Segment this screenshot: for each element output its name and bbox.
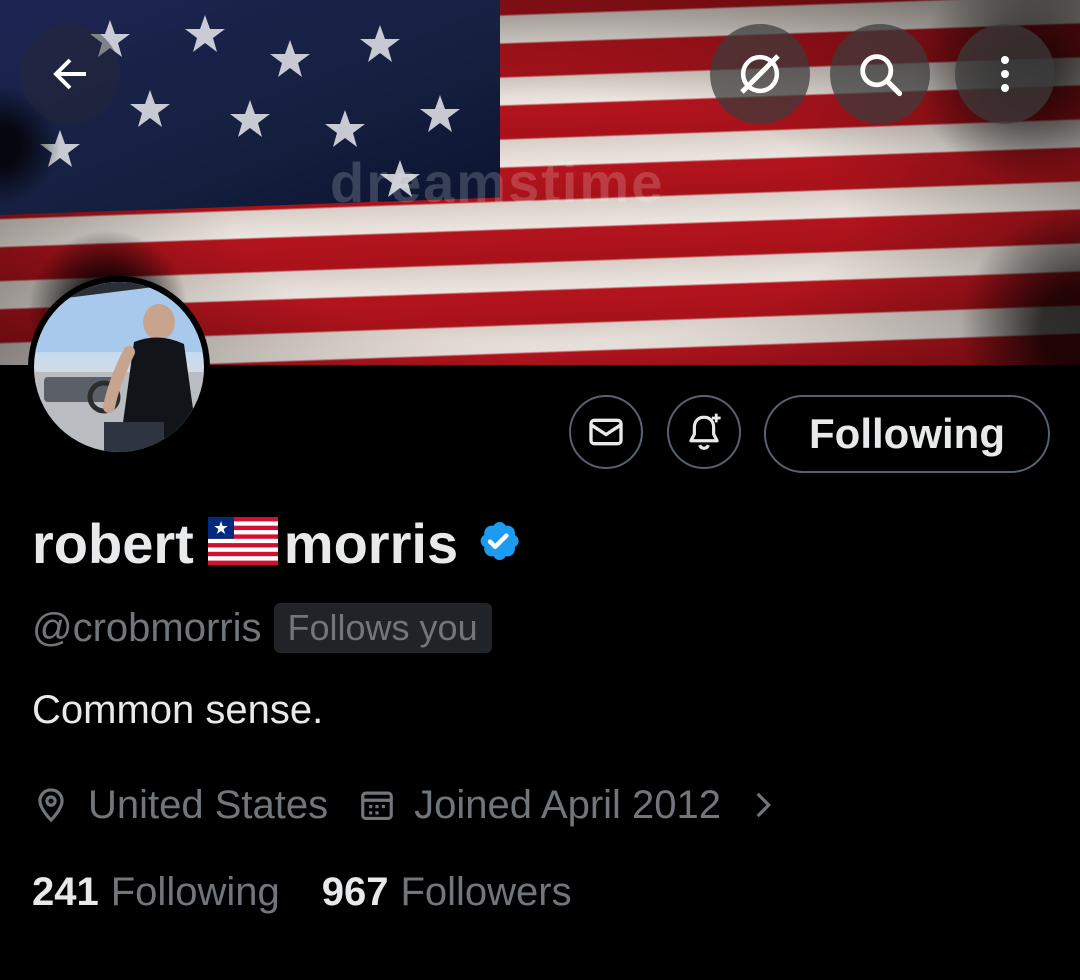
followers-count: 967 [321, 869, 389, 914]
following-label: Following [110, 869, 280, 914]
search-icon [860, 54, 903, 97]
message-button[interactable] [569, 395, 643, 469]
joined-text: Joined April 2012 [414, 782, 722, 827]
username-handle: @crobmorris [32, 605, 262, 650]
verified-badge-icon[interactable] [474, 517, 522, 570]
profile-meta-row: United States Joined April 2012 [32, 775, 797, 835]
following-count: 241 [32, 869, 99, 914]
location-text: United States [88, 782, 329, 827]
notifications-button[interactable] [667, 395, 741, 469]
avatar-image [34, 282, 204, 452]
grok-button[interactable] [710, 24, 810, 124]
following-stat[interactable]: 241 Following [32, 870, 280, 915]
bell-plus-icon [689, 413, 721, 450]
mail-icon [589, 418, 623, 446]
followers-stat[interactable]: 967 Followers [322, 870, 572, 915]
more-vertical-icon [1001, 56, 1009, 92]
display-name-row: robert morris [32, 503, 522, 583]
grok-icon [740, 54, 780, 94]
display-name-first: robert [32, 511, 194, 575]
avatar[interactable] [28, 276, 210, 458]
search-button[interactable] [830, 24, 930, 124]
display-name-last: morris [283, 511, 459, 575]
follows-you-badge: Follows you [273, 603, 492, 653]
following-button[interactable]: Following [764, 395, 1050, 473]
calendar-icon [361, 791, 393, 821]
profile-page: dreamstime Following robert morris @crob… [0, 0, 1080, 980]
location-item: United States [32, 783, 328, 828]
back-button[interactable] [20, 24, 120, 124]
more-button[interactable] [955, 24, 1055, 124]
flag-emoji [207, 516, 278, 570]
chevron-right-icon [756, 792, 772, 818]
joined-item[interactable]: Joined April 2012 [358, 783, 797, 828]
follow-stats-row: 241 Following 967 Followers [32, 862, 572, 922]
bio: Common sense. [32, 688, 324, 732]
followers-label: Followers [400, 869, 572, 914]
location-pin-icon [38, 788, 64, 823]
handle-row: @crobmorris Follows you [32, 598, 492, 658]
banner-watermark: dreamstime [330, 151, 665, 214]
arrow-left-icon [53, 58, 86, 90]
